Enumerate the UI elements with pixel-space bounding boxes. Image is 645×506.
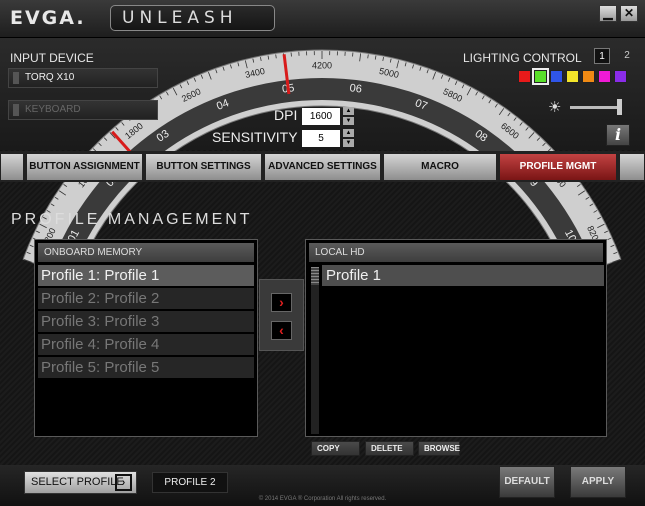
color-swatch[interactable] [532, 68, 549, 85]
current-profile-display: PROFILE 2 [152, 472, 228, 493]
color-swatch[interactable] [518, 70, 531, 83]
select-profile-button[interactable]: SELECT PROFILE › [24, 471, 137, 494]
keyboard-selector[interactable]: KEYBOARD [8, 100, 158, 120]
browse-button[interactable]: BROWSE [418, 441, 460, 456]
close-button[interactable]: ✕ [620, 5, 638, 22]
bottom-bar: SELECT PROFILE › PROFILE 2 DEFAULT APPLY… [0, 465, 645, 506]
input-device-label: INPUT DEVICE [10, 51, 94, 65]
brightness-control: ☀ [548, 98, 633, 116]
unleash-logo: UNLEASH [122, 8, 238, 28]
dpi-label: DPI [274, 107, 298, 123]
local-hd-header: LOCAL HD [309, 243, 603, 262]
apply-button[interactable]: APPLY [570, 466, 626, 498]
sensitivity-decrease-button[interactable]: ▼ [343, 139, 354, 147]
local-hd-scrollbar[interactable] [311, 267, 319, 434]
local-profile-item[interactable]: Profile 1 [322, 265, 604, 286]
local-hd-panel: LOCAL HD Profile 1 [305, 239, 607, 437]
control-panel: 2001000180026003400420050005800660074008… [0, 38, 645, 280]
dpi-increase-button[interactable]: ▲ [343, 107, 354, 115]
evga-logo: EVGA. [10, 7, 86, 29]
device-selector[interactable]: TORQ X10 [8, 68, 158, 88]
tab-bar: BUTTON ASSIGNMENT BUTTON SETTINGS ADVANC… [0, 151, 645, 182]
brightness-slider[interactable] [570, 106, 622, 109]
copy-to-local-button[interactable]: › [271, 293, 292, 312]
lighting-tab-2[interactable]: 2 [619, 48, 635, 64]
color-swatch[interactable] [550, 70, 563, 83]
chevron-right-icon: › [115, 474, 132, 491]
onboard-profile-item[interactable]: Profile 5: Profile 5 [38, 357, 254, 378]
onboard-profile-item[interactable]: Profile 4: Profile 4 [38, 334, 254, 355]
app-window: EVGA. UNLEASH ▁ ✕ 2001000180026003400420… [0, 0, 645, 506]
tab-button-settings[interactable]: BUTTON SETTINGS [145, 153, 262, 181]
title-bar: EVGA. UNLEASH ▁ ✕ [0, 0, 645, 38]
select-profile-label: SELECT PROFILE [31, 476, 124, 488]
color-swatch[interactable] [614, 70, 627, 83]
info-button[interactable]: i [606, 124, 630, 146]
onboard-profile-item[interactable]: Profile 1: Profile 1 [38, 265, 254, 286]
lighting-control-label: LIGHTING CONTROL [463, 51, 582, 65]
onboard-memory-panel: ONBOARD MEMORY Profile 1: Profile 1 Prof… [34, 239, 258, 437]
sensitivity-label: SENSITIVITY [212, 129, 298, 145]
copy-button[interactable]: COPY [311, 441, 360, 456]
color-swatches [518, 68, 627, 85]
sun-icon: ☀ [548, 99, 562, 116]
color-swatch[interactable] [598, 70, 611, 83]
minimize-button[interactable]: ▁ [599, 5, 617, 22]
sensitivity-increase-button[interactable]: ▲ [343, 129, 354, 137]
tab-bar-cap-left [0, 153, 24, 181]
copyright-text: © 2014 EVGA ® Corporation All rights res… [258, 496, 387, 502]
transfer-controls: › ‹ [259, 279, 304, 351]
scrollbar-thumb[interactable] [311, 267, 319, 285]
dial-outer-label: 4200 [312, 60, 332, 70]
tab-profile-mgmt[interactable]: PROFILE MGMT [499, 153, 617, 181]
page-title: PROFILE MANAGEMENT [11, 211, 253, 228]
sensitivity-value-field[interactable]: 5 [302, 130, 340, 147]
onboard-profile-item[interactable]: Profile 2: Profile 2 [38, 288, 254, 309]
copy-to-onboard-button[interactable]: ‹ [271, 321, 292, 340]
color-swatch[interactable] [582, 70, 595, 83]
tab-bar-cap-right [619, 153, 645, 181]
default-button[interactable]: DEFAULT [499, 466, 555, 498]
dpi-value-field[interactable]: 1600 [302, 108, 340, 125]
dpi-decrease-button[interactable]: ▼ [343, 117, 354, 125]
color-swatch[interactable] [566, 70, 579, 83]
lighting-tab-1[interactable]: 1 [594, 48, 610, 64]
onboard-memory-header: ONBOARD MEMORY [38, 243, 254, 262]
dial-inner-label: 06 [349, 82, 363, 95]
tab-button-assignment[interactable]: BUTTON ASSIGNMENT [26, 153, 143, 181]
tab-advanced-settings[interactable]: ADVANCED SETTINGS [264, 153, 381, 181]
onboard-profile-item[interactable]: Profile 3: Profile 3 [38, 311, 254, 332]
tab-macro[interactable]: MACRO [383, 153, 497, 181]
delete-button[interactable]: DELETE [365, 441, 414, 456]
brightness-slider-handle[interactable] [617, 99, 623, 115]
